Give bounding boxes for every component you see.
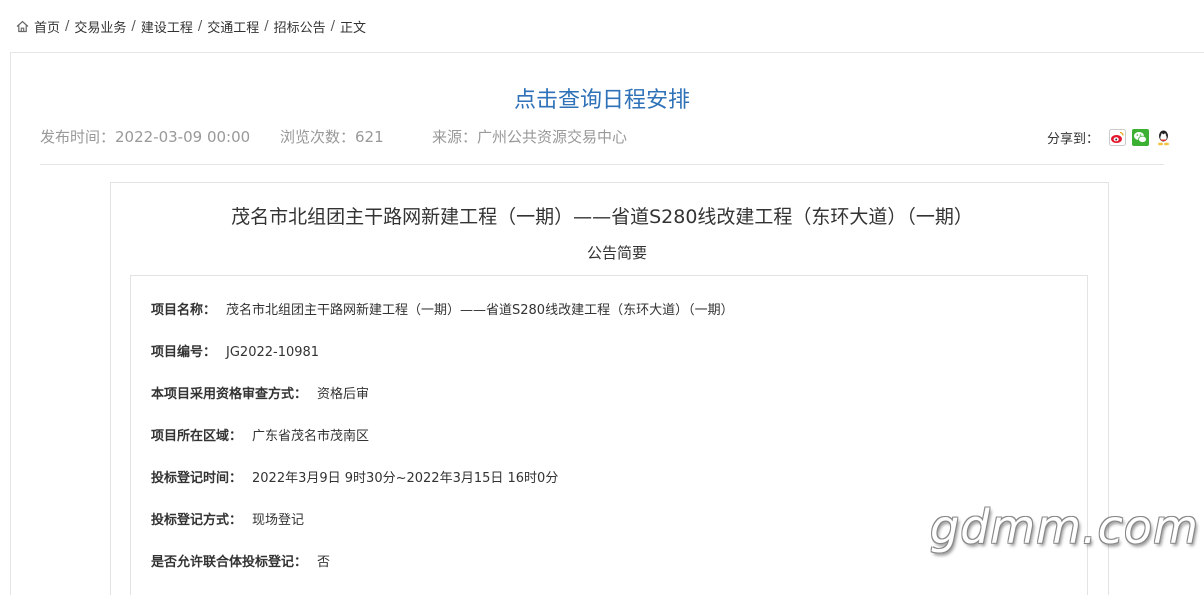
field-label: 本项目采用资格审查方式： bbox=[151, 387, 308, 402]
field-label: 项目所在区域： bbox=[151, 429, 243, 444]
field-value: 现场登记 bbox=[252, 513, 305, 528]
field-registration-time: 投标登记时间： 2022年3月9日 9时30分~2022年3月15日 16时0分 bbox=[151, 470, 558, 488]
field-value: 茂名市北组团主干路网新建工程（一期）——省道S280线改建工程（东环大道）（一期… bbox=[226, 303, 734, 318]
breadcrumb-tender-notice[interactable]: 招标公告 bbox=[274, 17, 326, 36]
project-title: 茂名市北组团主干路网新建工程（一期）——省道S280线改建工程（东环大道）（一期… bbox=[231, 206, 973, 228]
publish-time: 发布时间：2022-03-09 00:00 bbox=[40, 128, 251, 146]
weibo-icon[interactable] bbox=[1109, 129, 1126, 146]
field-label: 是否允许联合体投标登记： bbox=[151, 555, 308, 570]
breadcrumb-current: 正文 bbox=[340, 20, 367, 36]
breadcrumb-transport[interactable]: 交通工程 bbox=[207, 17, 259, 36]
view-count: 浏览次数：621 bbox=[280, 128, 384, 146]
meta-divider bbox=[40, 164, 1164, 165]
breadcrumb-trading[interactable]: 交易业务 bbox=[74, 17, 126, 36]
summary-label: 公告简要 bbox=[586, 244, 647, 262]
breadcrumb-separator: / bbox=[330, 18, 336, 34]
breadcrumb-separator: / bbox=[264, 18, 269, 34]
breadcrumb-separator: / bbox=[131, 18, 136, 34]
field-label: 投标登记时间： bbox=[151, 471, 243, 486]
field-value: JG2022-10981 bbox=[226, 345, 320, 360]
field-value: 2022年3月9日 9时30分~2022年3月15日 16时0分 bbox=[252, 471, 559, 486]
breadcrumb-separator: / bbox=[197, 18, 203, 34]
field-registration-method: 投标登记方式： 现场登记 bbox=[151, 512, 304, 530]
qq-icon[interactable] bbox=[1155, 129, 1172, 146]
share-label: 分享到： bbox=[1046, 132, 1099, 147]
article-meta: 发布时间：2022-03-09 00:00 浏览次数：621 来源：广州公共资源… bbox=[40, 126, 627, 147]
watermark: gdmm.com bbox=[930, 500, 1199, 554]
field-qualification-review: 本项目采用资格审查方式： 资格后审 bbox=[151, 386, 369, 404]
field-value: 资格后审 bbox=[317, 387, 370, 402]
breadcrumb-construction[interactable]: 建设工程 bbox=[141, 17, 193, 36]
field-label: 项目编号： bbox=[151, 345, 217, 360]
schedule-query-link[interactable]: 点击查询日程安排 bbox=[0, 82, 1204, 114]
field-value: 否 bbox=[317, 555, 331, 570]
breadcrumb: 首页 / 交易业务 / 建设工程 / 交通工程 / 招标公告 / 正文 bbox=[16, 16, 366, 36]
wechat-icon[interactable] bbox=[1132, 129, 1149, 146]
field-project-name: 项目名称： 茂名市北组团主干路网新建工程（一期）——省道S280线改建工程（东环大… bbox=[151, 302, 734, 320]
field-label: 项目名称： bbox=[151, 303, 217, 318]
home-icon[interactable] bbox=[16, 20, 29, 33]
field-consortium-allowed: 是否允许联合体投标登记： 否 bbox=[151, 554, 330, 572]
field-project-code: 项目编号： JG2022-10981 bbox=[151, 344, 319, 362]
field-value: 广东省茂名市茂南区 bbox=[252, 429, 370, 444]
field-project-region: 项目所在区域： 广东省茂名市茂南区 bbox=[151, 428, 369, 446]
breadcrumb-home[interactable]: 首页 bbox=[34, 17, 60, 36]
breadcrumb-separator: / bbox=[65, 18, 70, 34]
share-bar: 分享到： bbox=[1047, 128, 1172, 147]
source: 来源：广州公共资源交易中心 bbox=[432, 128, 628, 146]
field-label: 投标登记方式： bbox=[151, 513, 243, 528]
